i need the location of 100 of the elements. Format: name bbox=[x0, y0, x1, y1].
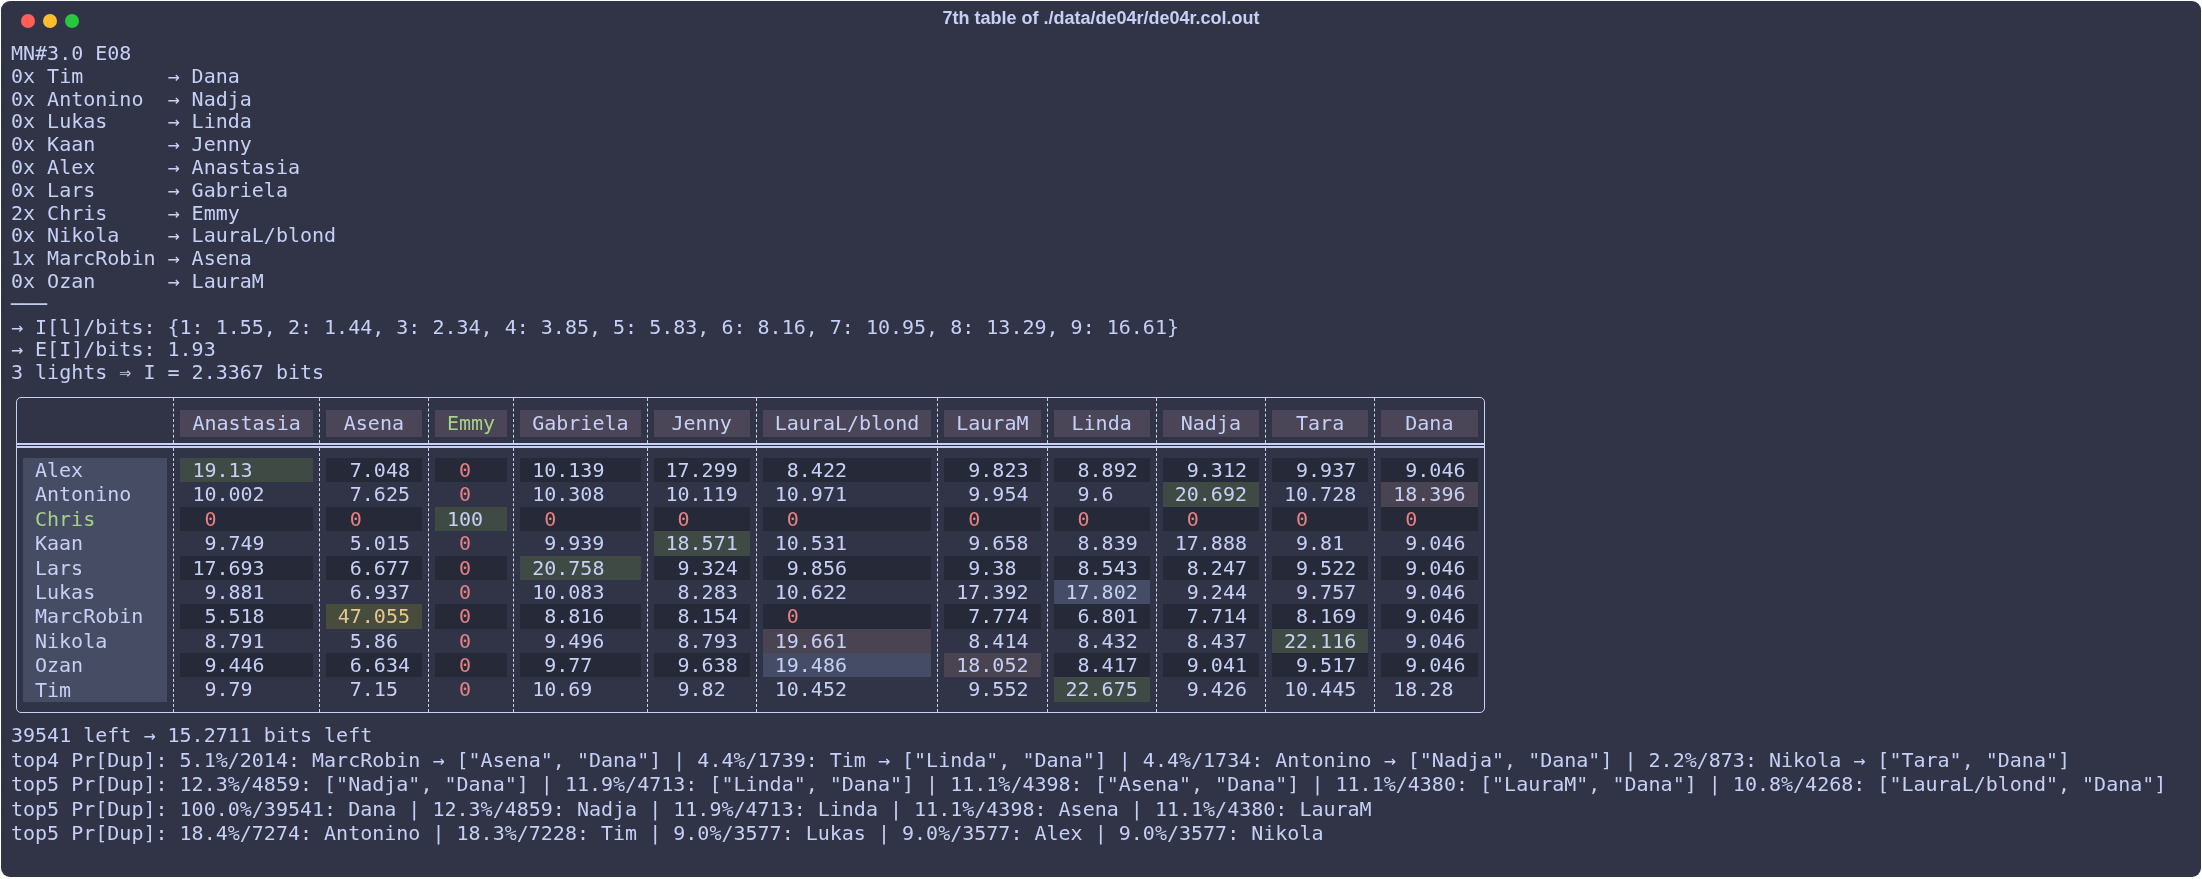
column-header: LauraL/blond bbox=[762, 409, 932, 437]
table-cell-text: 10.69 bbox=[531, 677, 594, 702]
row-label: Kaan bbox=[35, 531, 85, 556]
table-cell-text: 0 bbox=[458, 531, 473, 556]
table-cell: 0 bbox=[1053, 506, 1150, 532]
table-cell: 22.116 bbox=[1272, 628, 1369, 654]
table-cell-text: 10.452 bbox=[773, 677, 848, 702]
output-line: 1x MarcRobin → Asena bbox=[11, 247, 253, 270]
table-cell: 8.816 bbox=[520, 604, 641, 629]
table-cell: 9.046 bbox=[1381, 604, 1478, 629]
table-cell: 0 bbox=[520, 506, 641, 532]
table-cell-text: 10.083 bbox=[531, 579, 606, 605]
table-cell-text: 0 bbox=[458, 579, 473, 605]
table-cell: 0 bbox=[762, 604, 932, 629]
row-label: Alex bbox=[35, 457, 85, 483]
table-cell-text: 7.15 bbox=[348, 677, 399, 702]
table-cell: 17.802 bbox=[1053, 579, 1150, 605]
table-cell-text: 0 bbox=[458, 628, 473, 654]
output-line: 2x Chris → Emmy bbox=[11, 201, 241, 225]
table-cell: 8.892 bbox=[1053, 457, 1150, 483]
table-cell-text: 8.793 bbox=[676, 628, 739, 654]
table-cell-text: 9.749 bbox=[203, 531, 266, 556]
table-cell: 9.517 bbox=[1272, 653, 1369, 678]
row-label: Tim bbox=[35, 677, 73, 702]
table-cell-text: 17.392 bbox=[955, 579, 1030, 605]
column-header: Tara bbox=[1272, 409, 1369, 437]
table-cell-text: 9.79 bbox=[203, 677, 254, 702]
table-cell: 20.692 bbox=[1162, 482, 1259, 507]
table-cell-text: 9.244 bbox=[1185, 579, 1248, 605]
table-cell-text: 9.046 bbox=[1404, 531, 1467, 556]
table-cell: 0 bbox=[435, 653, 508, 678]
output-line: 0x Tim → Dana bbox=[11, 64, 241, 88]
output-line: → E[I]/bits: 1.93 bbox=[11, 338, 217, 362]
table-cell: 0 bbox=[325, 506, 422, 532]
table-cell: 5.518 bbox=[180, 604, 313, 629]
table-cell: 0 bbox=[762, 506, 932, 532]
table-cell-text: 10.971 bbox=[773, 482, 848, 507]
table-cell: 17.299 bbox=[653, 457, 750, 483]
table-cell-text: 9.82 bbox=[676, 677, 727, 702]
table-cell: 8.417 bbox=[1053, 653, 1150, 678]
table-cell-text: 8.414 bbox=[967, 628, 1030, 654]
table-cell: 19.486 bbox=[762, 653, 932, 678]
table-cell-text: 10.531 bbox=[773, 531, 848, 556]
table-cell: 9.046 bbox=[1381, 653, 1478, 678]
window-title: 7th table of ./data/de04r/de04r.col.out bbox=[942, 8, 1260, 29]
output-line: top5 Pr[Dup]: 18.4%/7274: Antonino | 18.3%/7228: Tim | 9.0%/3577: Lukas | 9.0%/3577: Alex | 9.0%/3577: Nikola bbox=[11, 821, 1325, 846]
table-cell: 17.693 bbox=[180, 555, 313, 580]
close-button[interactable] bbox=[21, 14, 35, 28]
table-cell-text: 10.622 bbox=[773, 579, 848, 605]
column-header: Jenny bbox=[653, 409, 750, 437]
table-cell: 9.937 bbox=[1272, 457, 1369, 483]
table-cell: 19.661 bbox=[762, 628, 932, 654]
table-cell: 9.856 bbox=[762, 555, 932, 580]
column-header: Emmy bbox=[435, 409, 508, 437]
table-cell-text: 9.939 bbox=[543, 531, 606, 556]
table-cell: 9.823 bbox=[944, 457, 1041, 483]
row-label: Lukas bbox=[35, 580, 97, 605]
table-cell-text: 10.002 bbox=[191, 482, 266, 507]
table-cell: 47.055 bbox=[325, 604, 422, 629]
output-line: 0x Antonino → Nadja bbox=[11, 87, 253, 111]
table-cell-text: 5.86 bbox=[348, 628, 399, 654]
table-cell: 100 bbox=[435, 506, 508, 532]
zoom-button[interactable] bbox=[65, 14, 79, 28]
output-line: top4 Pr[Dup]: 5.1%/2014: MarcRobin → ["Asena", "Dana"] | 4.4%/1739: Tim → ["Linda", "Dana"] | 4.4%/1734: Antonino → ["Nadja", "Dana"] | 2.2%/873: Nikola → ["Tara", "Dana"] bbox=[11, 747, 2071, 772]
output-line: ─── bbox=[11, 292, 49, 316]
row-label: Ozan bbox=[35, 653, 85, 678]
table-cell: 18.052 bbox=[944, 653, 1041, 678]
table-cell: 8.247 bbox=[1162, 555, 1259, 580]
row-label: Chris bbox=[35, 506, 97, 532]
row-label: Lars bbox=[35, 555, 85, 580]
table-cell: 8.154 bbox=[653, 604, 750, 629]
table-cell: 18.396 bbox=[1381, 482, 1478, 507]
table-cell: 9.446 bbox=[180, 653, 313, 678]
table-cell-text: 10.728 bbox=[1283, 482, 1358, 507]
table-cell-text: 9.881 bbox=[203, 579, 266, 605]
table-cell: 0 bbox=[435, 555, 508, 580]
column-header: Anastasia bbox=[180, 409, 313, 437]
table-cell-text: 8.839 bbox=[1076, 531, 1139, 556]
table-cell: 10.139 bbox=[520, 457, 641, 483]
table-cell-text: 8.283 bbox=[676, 579, 739, 605]
output-line: top5 Pr[Dup]: 100.0%/39541: Dana | 12.3%/4859: Nadja | 11.9%/4713: Linda | 11.1%/4398: Asena | 11.1%/4380: LauraM bbox=[11, 796, 1373, 821]
minimize-button[interactable] bbox=[43, 14, 57, 28]
table-cell-text: 9.552 bbox=[967, 677, 1030, 702]
table-cell: 6.801 bbox=[1053, 604, 1150, 629]
table-cell: 7.714 bbox=[1162, 604, 1259, 629]
table-cell: 22.675 bbox=[1053, 677, 1150, 702]
table-cell-text: 9.954 bbox=[967, 482, 1030, 507]
row-label: Antonino bbox=[35, 482, 133, 507]
table-cell-text: 9.658 bbox=[967, 531, 1030, 556]
column-header: Nadja bbox=[1162, 409, 1259, 437]
table-cell: 8.169 bbox=[1272, 604, 1369, 629]
table-cell-text: 18.28 bbox=[1392, 677, 1455, 702]
table-cell: 0 bbox=[435, 457, 508, 483]
table-cell: 9.38 bbox=[944, 555, 1041, 580]
column-header: Asena bbox=[325, 409, 422, 437]
output-line: 0x Lars → Gabriela bbox=[11, 178, 289, 202]
table-cell: 18.571 bbox=[653, 531, 750, 556]
table-cell-text: 0 bbox=[458, 677, 473, 702]
column-header: LauraM bbox=[944, 409, 1041, 437]
output-line: 39541 left → 15.2711 bits left bbox=[11, 723, 374, 748]
